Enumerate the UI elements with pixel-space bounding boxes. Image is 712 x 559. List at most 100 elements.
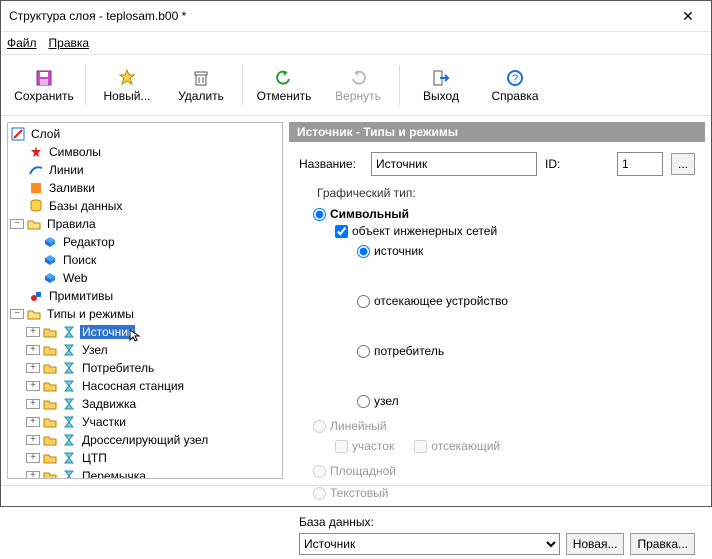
- expand-icon[interactable]: +: [26, 363, 40, 373]
- hourglass-icon: [61, 450, 77, 466]
- chk-cutting: [414, 440, 427, 453]
- db-new-button[interactable]: Новая...: [566, 533, 625, 555]
- tree-search[interactable]: Поиск: [61, 253, 98, 267]
- save-button[interactable]: Сохранить: [7, 58, 81, 112]
- close-icon[interactable]: ✕: [673, 8, 703, 25]
- tree-item[interactable]: Насосная станция: [80, 379, 186, 393]
- redo-button: Вернуть: [321, 58, 395, 112]
- radio-source[interactable]: [357, 245, 370, 258]
- radio-area: [313, 465, 326, 478]
- radio-cutoff[interactable]: [357, 295, 370, 308]
- radio-symbolic[interactable]: [313, 208, 326, 221]
- folder-icon: [42, 396, 58, 412]
- db-label: База данных:: [299, 515, 695, 529]
- tree-rules[interactable]: Правила: [45, 217, 98, 231]
- delete-icon: [192, 67, 210, 89]
- hourglass-icon: [61, 432, 77, 448]
- hourglass-icon: [61, 324, 77, 340]
- tree-types-modes[interactable]: Типы и режимы: [45, 307, 136, 321]
- hourglass-icon: [61, 396, 77, 412]
- expand-icon[interactable]: +: [26, 453, 40, 463]
- undo-button[interactable]: Отменить: [247, 58, 321, 112]
- window-title: Структура слоя - teplosam.b00 *: [9, 9, 673, 23]
- expand-icon[interactable]: +: [26, 327, 40, 337]
- expand-icon[interactable]: +: [26, 435, 40, 445]
- collapse-icon[interactable]: −: [10, 219, 24, 229]
- tree-item[interactable]: Источник: [80, 325, 135, 339]
- folder-open-icon: [26, 306, 42, 322]
- hourglass-icon: [61, 468, 77, 479]
- tree-editor[interactable]: Редактор: [61, 235, 117, 249]
- hourglass-icon: [61, 342, 77, 358]
- folder-icon: [42, 324, 58, 340]
- folder-open-icon: [26, 216, 42, 232]
- tree-databases[interactable]: Базы данных: [47, 199, 124, 213]
- delete-button[interactable]: Удалить: [164, 58, 238, 112]
- id-more-button[interactable]: ...: [671, 153, 695, 175]
- cube-icon: [42, 252, 58, 268]
- name-label: Название:: [299, 157, 363, 171]
- toolbar: Сохранить Новый... Удалить Отменить Верн…: [1, 54, 711, 116]
- folder-icon: [42, 342, 58, 358]
- tree-item[interactable]: Потребитель: [80, 361, 156, 375]
- radio-linear: [313, 420, 326, 433]
- fill-icon: [28, 180, 44, 196]
- database-icon: [28, 198, 44, 214]
- help-icon: ?: [506, 67, 524, 89]
- hourglass-icon: [61, 378, 77, 394]
- id-input[interactable]: [617, 152, 663, 176]
- tree-lines[interactable]: Линии: [47, 163, 86, 177]
- gtype-label: Графический тип:: [313, 186, 420, 200]
- expand-icon[interactable]: +: [26, 471, 40, 479]
- tree-item[interactable]: ЦТП: [80, 451, 109, 465]
- save-icon: [35, 67, 53, 89]
- status-bar: [1, 485, 711, 506]
- tree-primitives[interactable]: Примитивы: [47, 289, 115, 303]
- tree-item[interactable]: Дросселирующий узел: [80, 433, 210, 447]
- menu-edit[interactable]: Правка: [49, 36, 90, 50]
- redo-icon: [349, 67, 367, 89]
- tree-item[interactable]: Задвижка: [80, 397, 138, 411]
- svg-text:?: ?: [512, 73, 518, 85]
- name-input[interactable]: [371, 152, 537, 176]
- hourglass-icon: [61, 360, 77, 376]
- folder-icon: [42, 450, 58, 466]
- expand-icon[interactable]: +: [26, 399, 40, 409]
- expand-icon[interactable]: +: [26, 417, 40, 427]
- layer-icon: [10, 126, 26, 142]
- tree-item[interactable]: Перемычка: [80, 469, 148, 479]
- folder-icon: [42, 468, 58, 479]
- expand-icon[interactable]: +: [26, 345, 40, 355]
- tree-view[interactable]: Слой Символы Линии Заливки Базы данных −…: [7, 122, 283, 479]
- folder-icon: [42, 378, 58, 394]
- db-select[interactable]: Источник: [299, 533, 560, 555]
- expand-icon[interactable]: +: [26, 381, 40, 391]
- collapse-icon[interactable]: −: [10, 309, 24, 319]
- new-icon: [118, 67, 136, 89]
- undo-icon: [275, 67, 293, 89]
- db-edit-button[interactable]: Правка...: [630, 533, 695, 555]
- tree-root[interactable]: Слой: [29, 127, 62, 141]
- folder-icon: [42, 432, 58, 448]
- chk-section: [335, 440, 348, 453]
- tree-item[interactable]: Участки: [80, 415, 128, 429]
- help-button[interactable]: ? Справка: [478, 58, 552, 112]
- exit-button[interactable]: Выход: [404, 58, 478, 112]
- radio-consumer[interactable]: [357, 345, 370, 358]
- menu-bar: Файл Правка: [1, 32, 711, 54]
- star-icon: [28, 144, 44, 160]
- tree-fills[interactable]: Заливки: [47, 181, 97, 195]
- new-button[interactable]: Новый...: [90, 58, 164, 112]
- tree-symbols[interactable]: Символы: [47, 145, 103, 159]
- tree-item[interactable]: Узел: [80, 343, 110, 357]
- panel-header: Источник - Типы и режимы: [289, 122, 705, 142]
- cube-icon: [42, 270, 58, 286]
- radio-node[interactable]: [357, 395, 370, 408]
- folder-icon: [42, 360, 58, 376]
- menu-file[interactable]: Файл: [7, 36, 37, 50]
- chk-engnet[interactable]: [335, 225, 348, 238]
- primitives-icon: [28, 288, 44, 304]
- line-icon: [28, 162, 44, 178]
- folder-icon: [42, 414, 58, 430]
- tree-web[interactable]: Web: [61, 271, 89, 285]
